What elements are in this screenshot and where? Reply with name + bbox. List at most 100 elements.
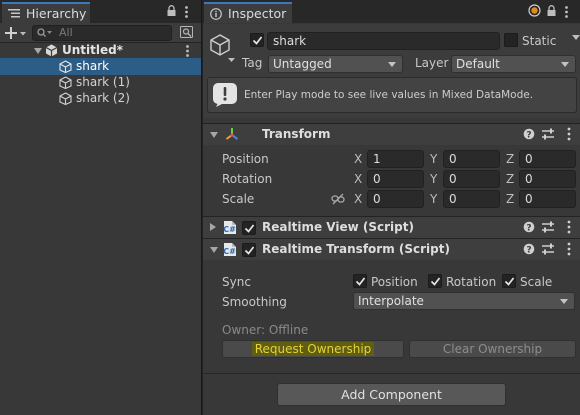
svg-text:?: ? xyxy=(526,224,531,234)
component-header-icons: ? xyxy=(522,242,580,256)
tag-label: Tag xyxy=(242,56,263,70)
more-options-icon[interactable] xyxy=(185,6,188,18)
sync-position-checkbox[interactable] xyxy=(353,274,367,288)
chevron-down-icon xyxy=(388,62,396,67)
info-message-box: Enter Play mode to see live values in Mi… xyxy=(207,77,577,113)
inspector-more-options-icon[interactable] xyxy=(565,6,568,18)
svg-text:C#: C# xyxy=(223,225,236,234)
hierarchy-item-label: shark (2) xyxy=(76,91,130,105)
hierarchy-search-input[interactable]: All xyxy=(32,25,172,41)
divider xyxy=(203,373,580,374)
tab-inspector[interactable]: Inspector xyxy=(204,2,292,23)
sync-position-label: Position xyxy=(371,275,418,289)
transform-axes-icon xyxy=(225,127,239,141)
axis-x-label: X xyxy=(354,152,363,166)
debug-mode-icon[interactable] xyxy=(528,4,541,17)
scale-label: Scale xyxy=(222,192,255,206)
layer-value: Default xyxy=(456,57,500,71)
realtime-transform-fold-arrow-icon[interactable] xyxy=(210,247,218,253)
smoothing-dropdown[interactable]: Interpolate xyxy=(353,292,575,310)
rotation-z-field[interactable]: 0 xyxy=(519,170,576,188)
gameobject-cube-icon xyxy=(59,76,72,89)
tab-inspector-label: Inspector xyxy=(228,6,287,21)
inspector-tabbar: Inspector xyxy=(203,0,580,23)
rotation-label: Rotation xyxy=(222,172,273,186)
svg-text:?: ? xyxy=(526,131,531,141)
sync-rotation-checkbox[interactable] xyxy=(428,274,442,288)
smoothing-label: Smoothing xyxy=(222,295,287,309)
scale-z-field[interactable]: 0 xyxy=(519,190,576,208)
position-label: Position xyxy=(222,152,269,166)
constrain-proportions-link-icon[interactable] xyxy=(331,193,345,205)
gameobject-cube-icon xyxy=(59,60,72,73)
gameobject-cube-icon xyxy=(59,92,72,105)
scene-name: Untitled* xyxy=(62,43,123,57)
scale-z-value: 0 xyxy=(525,192,533,206)
axis-y-label: Y xyxy=(430,152,438,166)
sync-scale-checkbox[interactable] xyxy=(502,274,516,288)
sync-label: Sync xyxy=(222,275,251,289)
axis-y-label: Y xyxy=(430,172,438,186)
hierarchy-item-shark[interactable]: shark xyxy=(0,58,201,75)
realtime-view-title: Realtime View (Script) xyxy=(262,220,414,234)
transform-fold-arrow-icon[interactable] xyxy=(210,132,218,138)
realtime-view-fold-arrow-icon[interactable] xyxy=(210,223,216,231)
transform-header[interactable]: Transform ? xyxy=(203,123,580,145)
gameobject-large-icon[interactable] xyxy=(209,33,237,63)
clear-ownership-label: Clear Ownership xyxy=(442,342,543,356)
scene-row[interactable]: Untitled* xyxy=(0,42,201,59)
hierarchy-item-label: shark (1) xyxy=(76,75,130,89)
clear-ownership-button[interactable]: Clear Ownership xyxy=(409,340,576,358)
hierarchy-item-shark-2[interactable]: shark (2) xyxy=(0,90,201,107)
axis-x-label: X xyxy=(354,192,363,206)
static-checkbox[interactable] xyxy=(504,33,518,47)
active-toggle-checkbox[interactable] xyxy=(250,33,264,47)
static-dropdown-arrow-icon[interactable] xyxy=(572,35,580,40)
object-header: shark Static Tag Untagged Layer Default … xyxy=(203,24,580,118)
add-component-label: Add Component xyxy=(341,387,442,402)
position-x-field[interactable]: 1 xyxy=(367,150,424,168)
tag-dropdown[interactable]: Untagged xyxy=(268,55,403,73)
create-plus-icon[interactable] xyxy=(5,26,27,40)
inspector-panel: Inspector shark Static Tag Untagged Laye… xyxy=(202,0,580,415)
rotation-y-field[interactable]: 0 xyxy=(443,170,500,188)
search-icon xyxy=(37,28,53,38)
scene-more-options-icon[interactable] xyxy=(186,45,189,57)
realtime-view-enabled-checkbox[interactable] xyxy=(242,221,256,235)
realtime-transform-enabled-checkbox[interactable] xyxy=(242,243,256,257)
realtime-transform-header[interactable]: C# Realtime Transform (Script) ? xyxy=(203,238,580,260)
rotation-x-field[interactable]: 0 xyxy=(367,170,424,188)
realtime-view-header[interactable]: C# Realtime View (Script) ? xyxy=(203,216,580,238)
hierarchy-item-shark-1[interactable]: shark (1) xyxy=(0,74,201,91)
owner-status-text: Owner: Offline xyxy=(222,323,309,337)
scene-fold-arrow-icon[interactable] xyxy=(34,48,42,54)
scale-y-value: 0 xyxy=(449,192,457,206)
request-ownership-button[interactable]: Request Ownership xyxy=(222,340,404,358)
chevron-down-icon xyxy=(561,62,569,67)
inspector-lock-icon[interactable] xyxy=(547,5,556,16)
axis-y-label: Y xyxy=(430,192,438,206)
hierarchy-panel: Hierarchy All Untitled* shark shark (1) … xyxy=(0,0,201,415)
lock-icon[interactable] xyxy=(167,5,176,16)
search-placeholder: All xyxy=(59,26,73,39)
scale-x-value: 0 xyxy=(373,192,381,206)
scale-x-field[interactable]: 0 xyxy=(367,190,424,208)
position-y-field[interactable]: 0 xyxy=(443,150,500,168)
tab-hierarchy[interactable]: Hierarchy xyxy=(2,2,90,23)
position-x-value: 1 xyxy=(373,152,381,166)
static-label: Static xyxy=(522,34,557,48)
scene-search-icon[interactable] xyxy=(180,26,194,39)
rotation-z-value: 0 xyxy=(525,172,533,186)
scale-y-field[interactable]: 0 xyxy=(443,190,500,208)
object-name-field[interactable]: shark xyxy=(267,32,500,50)
position-z-field[interactable]: 0 xyxy=(519,150,576,168)
chevron-down-icon xyxy=(560,299,568,304)
position-y-value: 0 xyxy=(449,152,457,166)
request-ownership-label: Request Ownership xyxy=(251,342,375,356)
component-header-icons: ? xyxy=(522,127,580,141)
layer-dropdown[interactable]: Default xyxy=(451,55,576,73)
script-file-icon: C# xyxy=(223,220,237,235)
sync-rotation-label: Rotation xyxy=(446,275,497,289)
add-component-button[interactable]: Add Component xyxy=(277,383,506,406)
unity-scene-icon xyxy=(45,44,58,57)
